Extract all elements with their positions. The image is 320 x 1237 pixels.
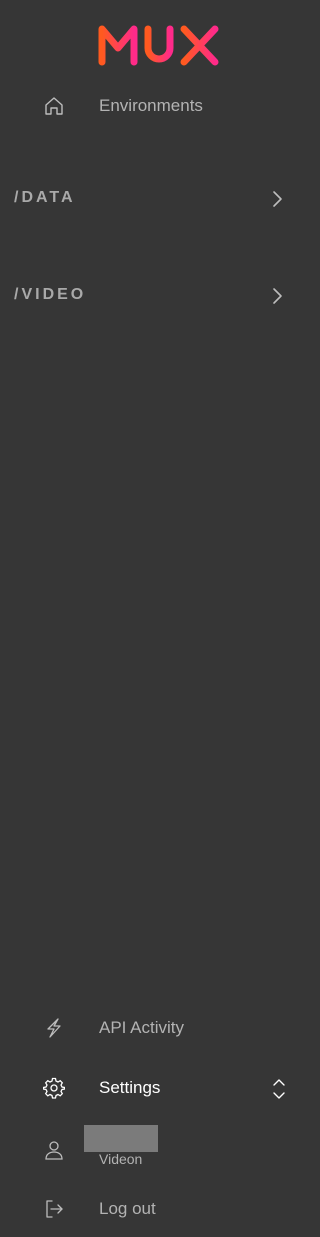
gear-icon (40, 1074, 68, 1102)
nav-api-activity-label: API Activity (99, 1018, 185, 1037)
nav-logout-label: Log out (99, 1199, 156, 1218)
home-icon (40, 92, 68, 120)
nav-settings-label: Settings (99, 1078, 161, 1097)
section-data[interactable]: /DATA (0, 179, 312, 219)
user-org: Videon (99, 1151, 143, 1167)
chevron-up-down-icon[interactable] (270, 1077, 288, 1101)
logout-icon (40, 1195, 68, 1223)
nav-environments-label: Environments (99, 96, 203, 115)
user-name-redacted (84, 1125, 158, 1152)
section-video-label: /VIDEO (14, 286, 87, 303)
nav-logout[interactable]: Log out (0, 1195, 312, 1223)
section-data-label: /DATA (14, 189, 76, 206)
mux-logo[interactable] (98, 24, 220, 66)
section-video[interactable]: /VIDEO (0, 276, 312, 316)
lightning-icon (40, 1014, 68, 1042)
chevron-right-icon (273, 288, 282, 304)
nav-environments[interactable]: Environments (0, 92, 312, 120)
user-icon (40, 1136, 68, 1164)
nav-settings[interactable]: Settings (0, 1074, 312, 1102)
nav-api-activity[interactable]: API Activity (0, 1014, 312, 1042)
chevron-right-icon (273, 191, 282, 207)
